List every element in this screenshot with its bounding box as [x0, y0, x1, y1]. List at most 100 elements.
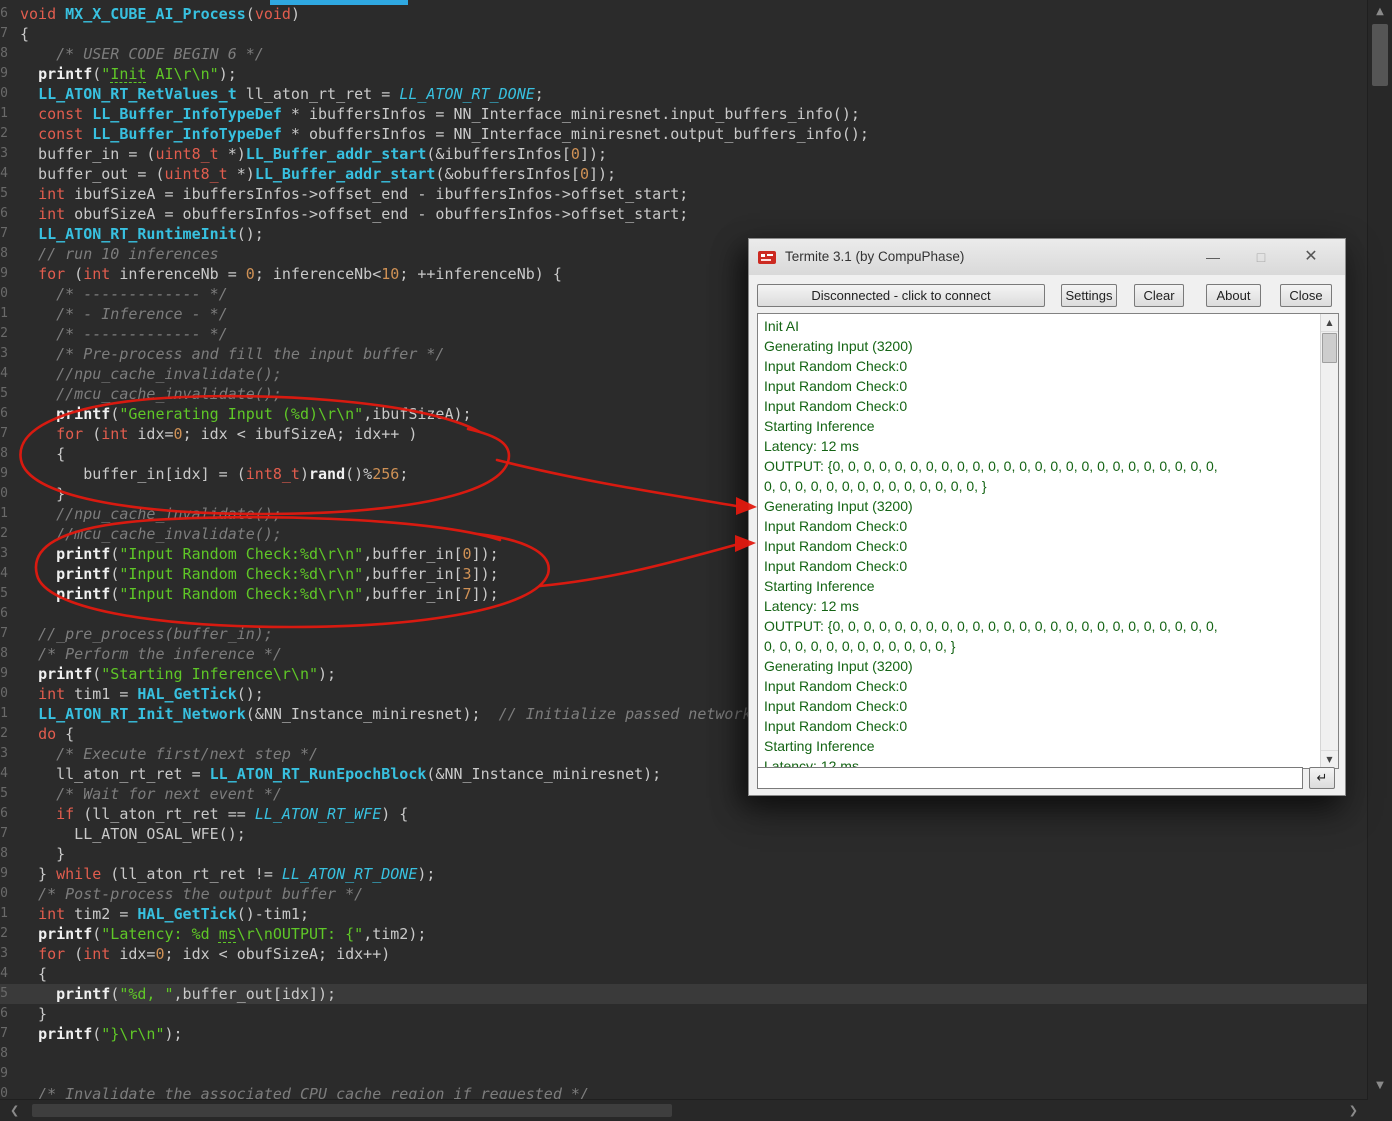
terminal-line: Input Random Check:0: [764, 716, 1315, 736]
scroll-up-icon[interactable]: ▲: [1368, 2, 1392, 22]
enter-button[interactable]: ↵: [1309, 767, 1335, 789]
line-number: 163: [0, 544, 8, 564]
line-number: 156: [0, 404, 8, 424]
line-number: 145: [0, 184, 8, 204]
line-number: 171: [0, 704, 8, 724]
termite-toolbar: Disconnected - click to connect Settings…: [749, 275, 1345, 313]
terminal-scrollbar-thumb[interactable]: [1322, 333, 1337, 363]
terminal-line: Input Random Check:0: [764, 556, 1315, 576]
line-number: 184: [0, 964, 8, 984]
line-number: 137: [0, 24, 8, 44]
clear-button[interactable]: Clear: [1134, 284, 1184, 307]
line-number: 144: [0, 164, 8, 184]
editor-vscroll-thumb[interactable]: [1372, 24, 1388, 86]
terminal-scrollbar[interactable]: ▲ ▼: [1320, 314, 1338, 768]
code-line: const LL_Buffer_InfoTypeDef * obuffersIn…: [20, 124, 1368, 144]
terminal-output: Init AIGenerating Input (3200)Input Rand…: [758, 316, 1321, 769]
code-line: /* Invalidate the associated CPU cache r…: [20, 1084, 1368, 1100]
terminal-line: Generating Input (3200): [764, 656, 1315, 676]
code-line: void MX_X_CUBE_AI_Process(void): [20, 4, 1368, 24]
code-line: buffer_in = (uint8_t *)LL_Buffer_addr_st…: [20, 144, 1368, 164]
line-number: 186: [0, 1004, 8, 1024]
code-line: printf("%d, ",buffer_out[idx]);: [0, 984, 1368, 1004]
line-number: 172: [0, 724, 8, 744]
code-line: printf("Latency: %d ms\r\nOUTPUT: {",tim…: [20, 924, 1368, 944]
line-number: 168: [0, 644, 8, 664]
code-line: if (ll_aton_rt_ret == LL_ATON_RT_WFE) {: [20, 804, 1368, 824]
line-number: 159: [0, 464, 8, 484]
line-number: 160: [0, 484, 8, 504]
terminal-scroll-down-icon[interactable]: ▼: [1321, 750, 1338, 768]
line-number: 157: [0, 424, 8, 444]
line-number: 146: [0, 204, 8, 224]
line-number: 175: [0, 784, 8, 804]
terminal-line: Input Random Check:0: [764, 696, 1315, 716]
line-number: 154: [0, 364, 8, 384]
code-line: {: [20, 964, 1368, 984]
send-input[interactable]: [757, 767, 1303, 789]
terminal-line: Input Random Check:0: [764, 516, 1315, 536]
line-number: 158: [0, 444, 8, 464]
line-number: 180: [0, 884, 8, 904]
terminal-line: 0, 0, 0, 0, 0, 0, 0, 0, 0, 0, 0, 0, 0, 0…: [764, 476, 1315, 496]
editor-hscroll-thumb[interactable]: [32, 1104, 672, 1117]
close-button[interactable]: Close: [1280, 284, 1332, 307]
code-line: LL_ATON_OSAL_WFE();: [20, 824, 1368, 844]
minimize-button[interactable]: —: [1191, 239, 1235, 275]
termite-titlebar[interactable]: Termite 3.1 (by CompuPhase) — □ ✕: [749, 239, 1345, 276]
terminal-input-row: ↵: [749, 767, 1345, 789]
maximize-button[interactable]: □: [1239, 239, 1283, 275]
line-number: 151: [0, 304, 8, 324]
line-number-gutter: 1361371381391401411421431441451461471481…: [0, 4, 8, 1100]
line-number: 183: [0, 944, 8, 964]
scroll-left-icon[interactable]: ❮: [10, 1100, 19, 1121]
code-line: /* USER CODE BEGIN 6 */: [20, 44, 1368, 64]
terminal-area[interactable]: Init AIGenerating Input (3200)Input Rand…: [757, 313, 1339, 769]
terminal-line: Generating Input (3200): [764, 336, 1315, 356]
line-number: 140: [0, 84, 8, 104]
settings-button[interactable]: Settings: [1061, 284, 1117, 307]
active-tab-indicator: [270, 0, 408, 5]
terminal-line: Latency: 12 ms: [764, 596, 1315, 616]
editor-horizontal-scrollbar[interactable]: ❮ ❯: [0, 1099, 1368, 1121]
scrollbar-corner: [1368, 1100, 1392, 1121]
line-number: 189: [0, 1064, 8, 1084]
line-number: 187: [0, 1024, 8, 1044]
code-line: [20, 1064, 1368, 1084]
terminal-line: Generating Input (3200): [764, 496, 1315, 516]
code-line: buffer_out = (uint8_t *)LL_Buffer_addr_s…: [20, 164, 1368, 184]
line-number: 143: [0, 144, 8, 164]
code-line: int tim2 = HAL_GetTick()-tim1;: [20, 904, 1368, 924]
line-number: 148: [0, 244, 8, 264]
line-number: 176: [0, 804, 8, 824]
connection-status-button[interactable]: Disconnected - click to connect: [757, 284, 1045, 307]
line-number: 182: [0, 924, 8, 944]
scroll-down-icon[interactable]: ▼: [1368, 1076, 1392, 1096]
editor-vertical-scrollbar[interactable]: ▲ ▼: [1367, 0, 1392, 1100]
scroll-right-icon[interactable]: ❯: [1349, 1100, 1358, 1121]
code-line: }: [20, 1004, 1368, 1024]
line-number: 190: [0, 1084, 8, 1100]
terminal-line: Latency: 12 ms: [764, 436, 1315, 456]
line-number: 162: [0, 524, 8, 544]
terminal-line: Input Random Check:0: [764, 676, 1315, 696]
close-icon[interactable]: ✕: [1289, 239, 1333, 275]
code-line: for (int idx=0; idx < obufSizeA; idx++): [20, 944, 1368, 964]
line-number: 188: [0, 1044, 8, 1064]
line-number: 169: [0, 664, 8, 684]
terminal-scroll-up-icon[interactable]: ▲: [1321, 314, 1338, 332]
line-number: 174: [0, 764, 8, 784]
code-line: [20, 1044, 1368, 1064]
code-line: const LL_Buffer_InfoTypeDef * ibuffersIn…: [20, 104, 1368, 124]
code-line: }: [20, 844, 1368, 864]
line-number: 161: [0, 504, 8, 524]
code-line: {: [20, 24, 1368, 44]
about-button[interactable]: About: [1206, 284, 1261, 307]
line-number: 150: [0, 284, 8, 304]
line-number: 147: [0, 224, 8, 244]
line-number: 138: [0, 44, 8, 64]
line-number: 181: [0, 904, 8, 924]
line-number: 173: [0, 744, 8, 764]
line-number: 139: [0, 64, 8, 84]
termite-window: Termite 3.1 (by CompuPhase) — □ ✕ Discon…: [748, 238, 1346, 796]
